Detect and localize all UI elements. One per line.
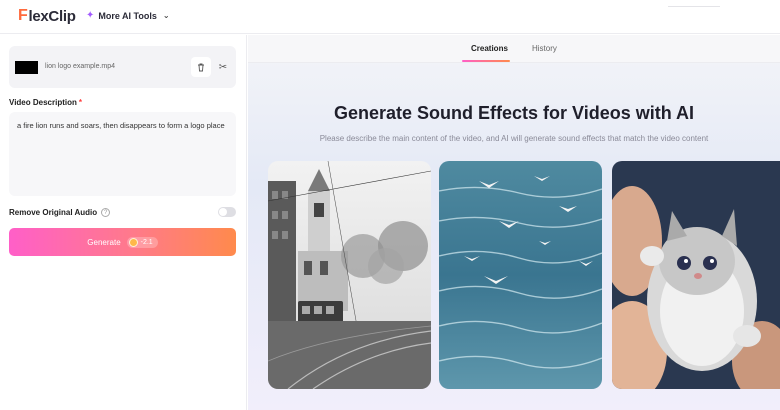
more-ai-tools-menu[interactable]: ✦ More AI Tools ⌄ <box>86 10 170 21</box>
remove-audio-row: Remove Original Audio ? <box>9 208 111 217</box>
delete-file-button[interactable] <box>191 57 211 77</box>
flexclip-logo[interactable]: F lexClip <box>18 7 76 25</box>
main-content: Creations History Generate Sound Effects… <box>248 35 780 410</box>
sparkle-icon: ✦ <box>86 10 95 21</box>
coin-icon <box>128 237 138 247</box>
example-card-kitten[interactable] <box>612 161 780 389</box>
video-description-label-text: Video Description <box>9 98 77 107</box>
hero-title: Generate Sound Effects for Videos with A… <box>333 103 695 123</box>
generate-label: Generate <box>87 237 121 247</box>
trim-video-button[interactable]: ✂ <box>213 57 233 77</box>
scissors-icon: ✂ <box>218 61 228 73</box>
example-card-city[interactable] <box>268 161 431 389</box>
uploaded-file-card: lion logo example.mp4 ✂ <box>9 46 236 88</box>
settings-panel: lion logo example.mp4 ✂ Video Descriptio… <box>0 35 247 410</box>
video-thumbnail <box>15 61 38 74</box>
example-card-seagulls[interactable] <box>439 161 602 389</box>
remove-audio-toggle[interactable] <box>218 207 236 217</box>
help-icon[interactable]: ? <box>101 208 111 217</box>
video-description-text: a fire lion runs and soars, then disappe… <box>17 121 225 130</box>
tab-bar: Creations History <box>248 35 780 63</box>
credit-cost: -2.1 <box>140 238 153 246</box>
video-description-label: Video Description * <box>9 98 82 107</box>
tab-history[interactable]: History <box>532 44 557 53</box>
video-description-input[interactable]: a fire lion runs and soars, then disappe… <box>9 112 236 196</box>
more-ai-tools-label: More AI Tools <box>98 10 157 21</box>
generate-button[interactable]: Generate -2.1 <box>9 228 236 256</box>
header-divider <box>668 6 720 7</box>
logo-mark: F <box>18 7 28 24</box>
remove-audio-label: Remove Original Audio <box>9 208 98 217</box>
top-header: F lexClip ✦ More AI Tools ⌄ <box>0 0 780 34</box>
trash-icon <box>198 63 204 72</box>
chevron-down-icon: ⌄ <box>162 11 170 20</box>
tab-creations[interactable]: Creations <box>471 44 508 53</box>
active-tab-indicator <box>462 60 510 62</box>
file-name: lion logo example.mp4 <box>45 63 116 70</box>
logo-text: lexClip <box>28 7 76 25</box>
credit-cost-badge: -2.1 <box>126 236 158 248</box>
required-mark: * <box>78 98 82 107</box>
hero-subtitle: Please describe the main content of the … <box>319 134 709 143</box>
